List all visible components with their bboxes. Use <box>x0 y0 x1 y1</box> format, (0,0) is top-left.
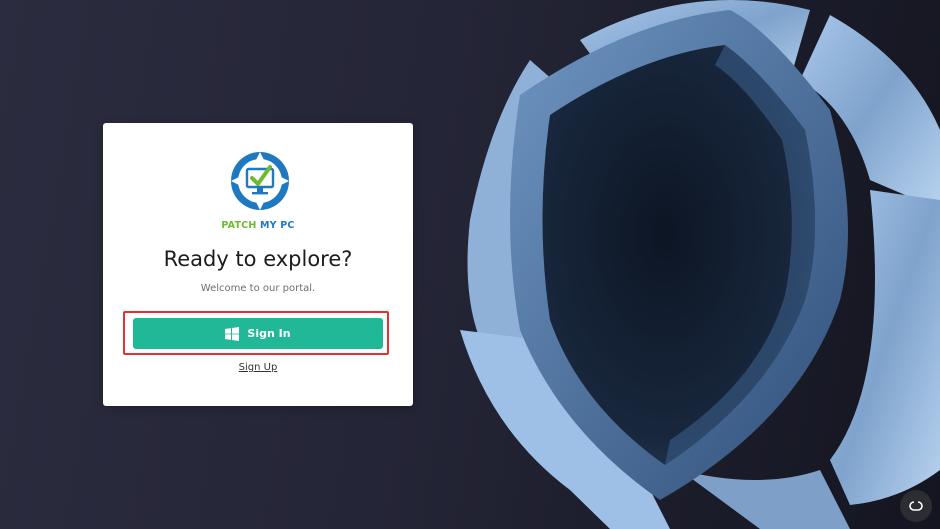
monitor-check-icon <box>231 152 289 210</box>
logo-word-patch: PATCH <box>221 220 257 231</box>
shield-icon <box>460 0 940 529</box>
sign-in-button[interactable]: Sign In <box>133 318 383 349</box>
sign-up-link[interactable]: Sign Up <box>103 362 413 373</box>
chat-icon <box>909 501 923 511</box>
brand-logo-text: PATCH MY PC <box>103 220 413 231</box>
logo-word-mypc: MY PC <box>260 220 295 231</box>
page-title: Ready to explore? <box>163 247 353 271</box>
chat-widget-button[interactable] <box>900 490 932 522</box>
welcome-subtitle: Welcome to our portal. <box>200 283 316 294</box>
login-card: PATCH MY PC Ready to explore? Welcome to… <box>103 123 413 406</box>
sign-in-label: Sign In <box>247 327 291 340</box>
windows-icon <box>225 326 240 341</box>
